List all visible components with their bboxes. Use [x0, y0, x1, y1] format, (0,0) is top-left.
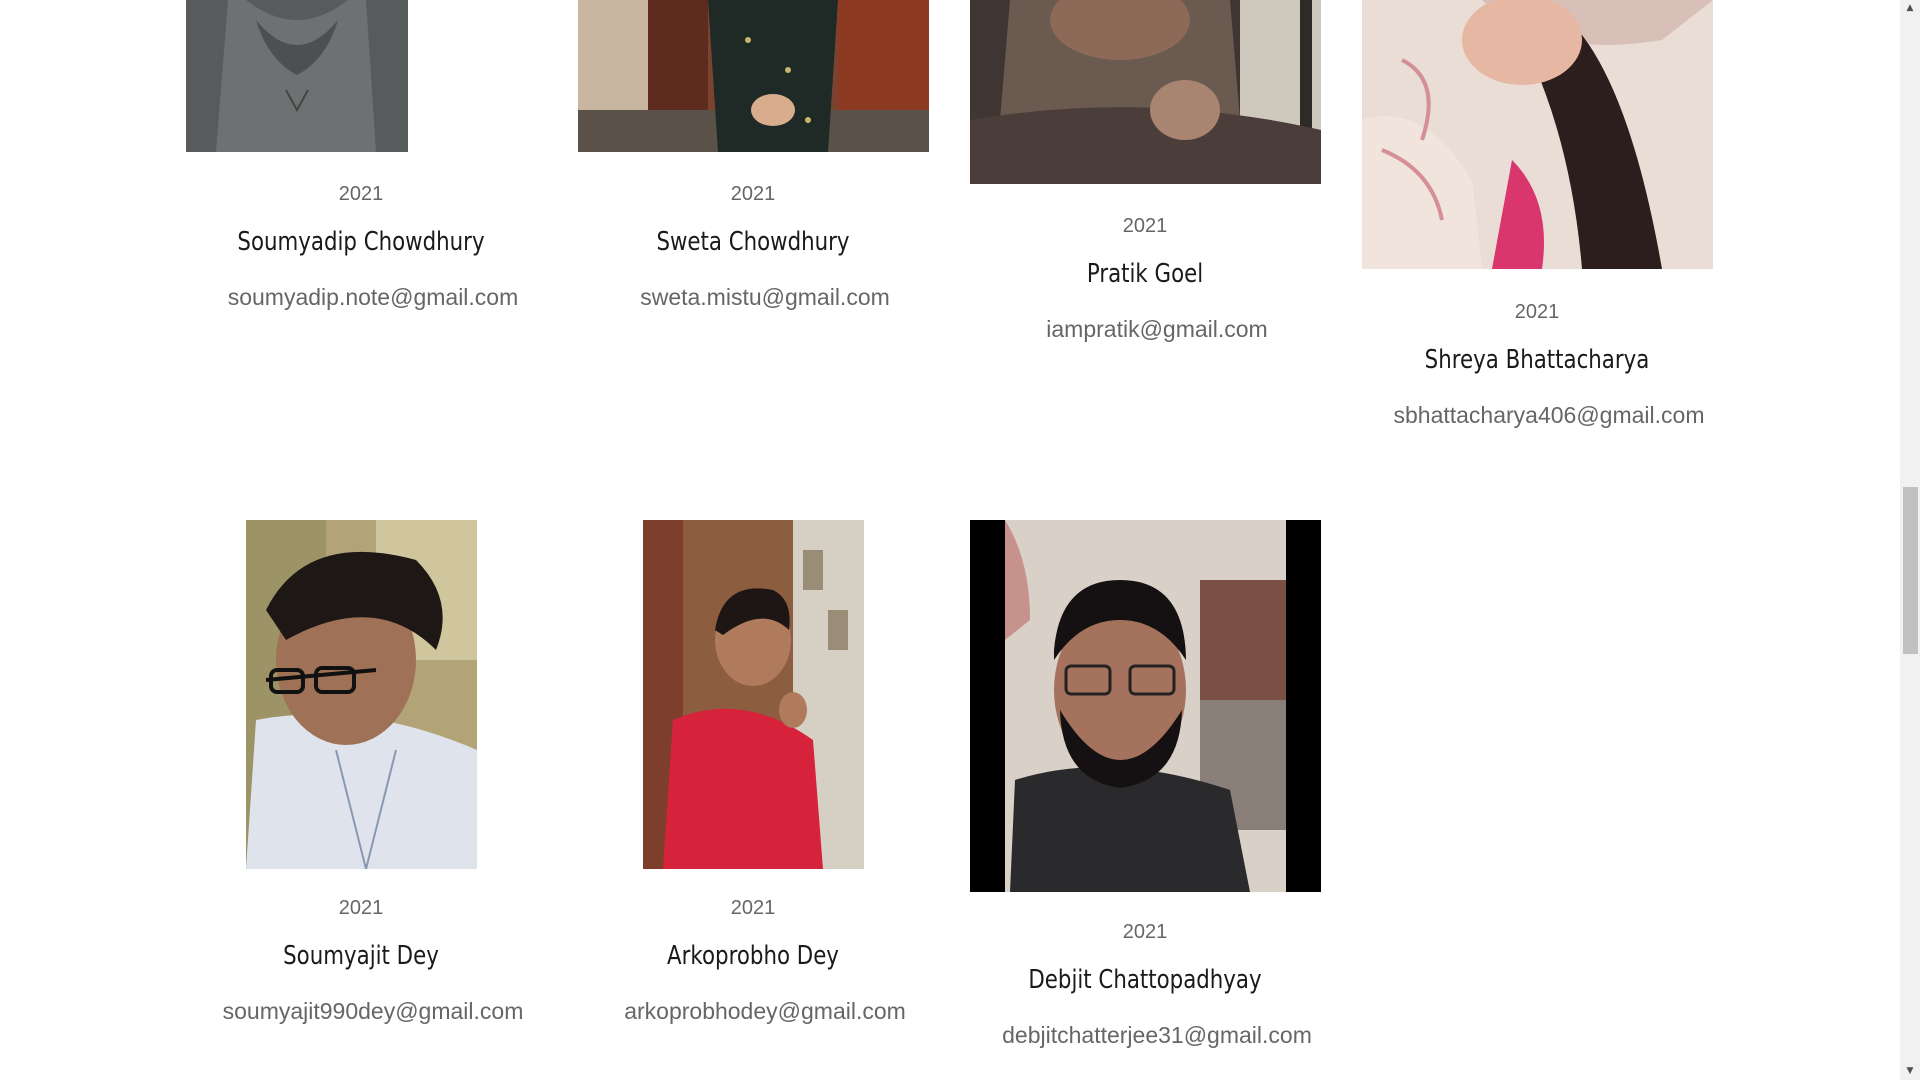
- member-card: 2021 Soumyadip Chowdhury soumyadip.note@…: [165, 0, 557, 330]
- member-card: 2021 Soumyajit Dey soumyajit990dey@gmail…: [165, 520, 557, 1040]
- member-photo: [970, 0, 1321, 184]
- member-photo: [970, 520, 1321, 892]
- member-email[interactable]: arkoprobhodey@gmail.com: [569, 996, 961, 1026]
- member-email[interactable]: soumyadip.note@gmail.com: [177, 282, 569, 312]
- member-card: 2021 Arkoprobho Dey arkoprobhodey@gmail.…: [557, 520, 949, 1040]
- member-name: Soumyadip Chowdhury: [237, 227, 485, 257]
- member-name: Soumyajit Dey: [283, 941, 439, 971]
- scrollbar-thumb[interactable]: [1903, 487, 1918, 654]
- member-photo: [246, 520, 477, 869]
- member-year: 2021: [1122, 215, 1168, 237]
- member-name: Shreya Bhattacharya: [1424, 345, 1650, 375]
- member-year: 2021: [1122, 921, 1168, 943]
- member-card: 2021 Debjit Chattopadhyay debjitchatterj…: [949, 520, 1341, 1060]
- member-email[interactable]: iampratik@gmail.com: [961, 314, 1353, 344]
- member-year: 2021: [1514, 301, 1560, 323]
- member-year: 2021: [338, 897, 384, 919]
- scroll-up-arrow-icon[interactable]: ▲: [1900, 0, 1920, 17]
- member-name: Sweta Chowdhury: [656, 227, 850, 257]
- member-card: 2021 Pratik Goel iampratik@gmail.com: [949, 0, 1341, 360]
- member-email[interactable]: sweta.mistu@gmail.com: [569, 282, 961, 312]
- member-email[interactable]: soumyajit990dey@gmail.com: [177, 996, 569, 1026]
- member-name: Pratik Goel: [1086, 259, 1204, 289]
- member-photo: [643, 520, 864, 869]
- member-email[interactable]: debjitchatterjee31@gmail.com: [961, 1020, 1353, 1050]
- member-photo: [578, 0, 929, 152]
- member-card: 2021 Sweta Chowdhury sweta.mistu@gmail.c…: [557, 0, 949, 330]
- scroll-down-arrow-icon[interactable]: ▼: [1900, 1063, 1920, 1080]
- member-email[interactable]: sbhattacharya406@gmail.com: [1353, 400, 1745, 430]
- member-photo: [1362, 0, 1713, 269]
- member-year: 2021: [338, 183, 384, 205]
- vertical-scrollbar[interactable]: ▲ ▼: [1900, 0, 1920, 1080]
- member-name: Arkoprobho Dey: [667, 941, 839, 971]
- member-card: 2021 Shreya Bhattacharya sbhattacharya40…: [1341, 0, 1733, 450]
- member-name: Debjit Chattopadhyay: [1028, 965, 1262, 995]
- member-year: 2021: [730, 897, 776, 919]
- member-photo: [186, 0, 408, 152]
- member-year: 2021: [730, 183, 776, 205]
